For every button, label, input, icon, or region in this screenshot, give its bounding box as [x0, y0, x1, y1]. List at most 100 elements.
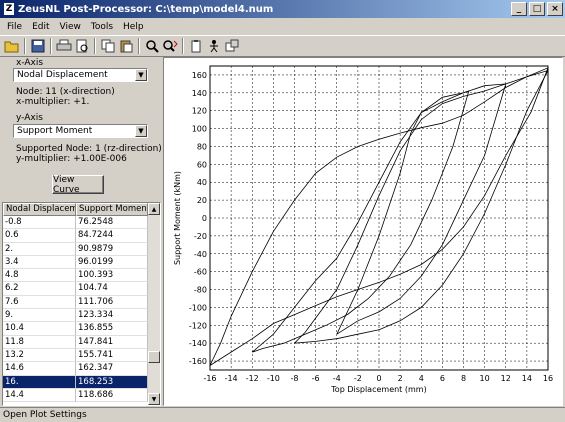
displacement-cell: 14.4	[3, 388, 76, 403]
x-tick-label: -12	[246, 374, 259, 383]
chevron-down-icon[interactable]: ▼	[135, 69, 147, 81]
moment-cell: 136.855	[76, 322, 148, 336]
x-tick-label: -16	[203, 374, 216, 383]
menu-view[interactable]: View	[55, 22, 86, 32]
y-tick-label: -100	[189, 303, 207, 312]
y-axis-label: y-Axis	[16, 113, 43, 123]
table-row[interactable]: 13.2 155.741	[3, 348, 160, 363]
paste-icon[interactable]	[117, 37, 135, 55]
moment-cell: 162.347	[76, 362, 148, 376]
x-axis-title: Top Displacement (mm)	[330, 385, 426, 394]
menu-help[interactable]: Help	[118, 22, 149, 32]
displacement-cell: 7.6	[3, 295, 76, 310]
plot-panel[interactable]: -16 -14 -12 -10 -8 -6 -4 -2 0 2 4 6 8 10 12 14 16 -160 -14…	[163, 57, 563, 406]
displacement-cell: -0.8	[3, 216, 76, 230]
table-row[interactable]: 3.4 96.0199	[3, 255, 160, 270]
y-tick-label: 0	[202, 214, 207, 223]
table-row[interactable]: 7.6 111.706	[3, 295, 160, 310]
menu-file[interactable]: File	[2, 22, 27, 32]
toolbar-separator	[24, 38, 26, 54]
minimize-button[interactable]: _	[511, 2, 527, 16]
displacement-cell: 0.6	[3, 229, 76, 243]
x-axis-node-info: Node: 11 (x-direction)	[16, 87, 115, 97]
table-row[interactable]: 10.4 136.855	[3, 322, 160, 336]
x-tick-label: 10	[480, 374, 490, 383]
y-tick-label: -120	[189, 321, 207, 330]
table-row[interactable]: 9. 123.334	[3, 309, 160, 323]
chevron-down-icon[interactable]: ▼	[135, 125, 147, 137]
save-icon[interactable]	[29, 37, 47, 55]
y-tick-label: -60	[194, 268, 207, 277]
toolbar-separator	[94, 38, 96, 54]
moment-cell: 76.2548	[76, 216, 148, 230]
x-tick-label: 8	[461, 374, 466, 383]
table-row[interactable]: 4.8 100.393	[3, 269, 160, 283]
x-tick-label: -14	[225, 374, 238, 383]
y-tick-label: 20	[197, 196, 207, 205]
displacement-cell: 14.6	[3, 362, 76, 376]
data-table: Nodal Displacement Support Moment -0.876…	[2, 202, 161, 406]
displacement-cell: 11.8	[3, 335, 76, 349]
moment-cell: 123.334	[76, 309, 148, 323]
table-row[interactable]: 14.4 118.686	[3, 388, 160, 403]
clipboard-icon[interactable]	[187, 37, 205, 55]
y-axis-node-info: Supported Node: 1 (rz-direction)	[16, 144, 162, 154]
axis-settings-panel: x-Axis Nodal Displacement ▼ Node: 11 (x-…	[0, 57, 162, 202]
print-preview-icon[interactable]	[73, 37, 91, 55]
maximize-button[interactable]: □	[529, 2, 545, 16]
x-tick-label: 12	[501, 374, 511, 383]
column-header[interactable]: Support Moment	[76, 203, 148, 216]
x-axis-label: x-Axis	[16, 58, 44, 68]
scroll-thumb[interactable]	[148, 351, 160, 363]
scroll-up-icon[interactable]: ▲	[148, 203, 160, 215]
table-header: Nodal Displacement Support Moment	[3, 203, 160, 216]
table-scrollbar[interactable]: ▲ ▼	[148, 203, 160, 405]
y-axis-selected-value: Support Moment	[17, 126, 93, 136]
column-header[interactable]: Nodal Displacement	[3, 203, 76, 216]
y-tick-label: 40	[197, 178, 207, 187]
moment-cell: 147.841	[76, 335, 148, 349]
menu-edit[interactable]: Edit	[27, 22, 54, 32]
moment-cell: 100.393	[76, 269, 148, 283]
displacement-cell: 2.	[3, 242, 76, 256]
toolbar-separator	[182, 38, 184, 54]
menu-bar: File Edit View Tools Help	[0, 18, 565, 35]
displacement-cell: 9.	[3, 309, 76, 323]
table-row[interactable]: 2. 90.9879	[3, 242, 160, 256]
x-tick-label: -4	[333, 374, 341, 383]
y-tick-label: -20	[194, 232, 207, 241]
y-tick-label: -40	[194, 250, 207, 259]
y-tick-label: 120	[192, 107, 207, 116]
hysteresis-chart: -16 -14 -12 -10 -8 -6 -4 -2 0 2 4 6 8 10 12 14 16-160-14…	[173, 65, 553, 394]
y-axis-select[interactable]: Support Moment ▼	[13, 124, 148, 138]
scroll-down-icon[interactable]: ▼	[148, 393, 160, 405]
print-icon[interactable]	[55, 37, 73, 55]
settings-icon[interactable]	[223, 37, 241, 55]
x-tick-label: 4	[419, 374, 424, 383]
hysteresis-curve	[336, 83, 507, 335]
table-row[interactable]: 14.6 162.347	[3, 362, 160, 376]
close-button[interactable]: ×	[547, 2, 563, 16]
table-row[interactable]: 16. 168.253	[3, 375, 160, 389]
y-tick-label: -140	[189, 339, 207, 348]
x-tick-label: -2	[354, 374, 362, 383]
table-row[interactable]: 6.2 104.74	[3, 282, 160, 296]
zoom-reset-icon[interactable]	[161, 37, 179, 55]
x-tick-label: 2	[398, 374, 403, 383]
table-row[interactable]: 11.8 147.841	[3, 335, 160, 349]
y-tick-label: 140	[192, 89, 207, 98]
app-icon: Z	[4, 3, 14, 15]
zoom-icon[interactable]	[143, 37, 161, 55]
x-axis-select[interactable]: Nodal Displacement ▼	[13, 68, 148, 82]
table-row[interactable]: 0.6 84.7244	[3, 229, 160, 243]
table-row[interactable]: -0.8 76.2548	[3, 216, 160, 230]
displacement-cell: 10.4	[3, 322, 76, 336]
y-axis-multiplier-info: y-multiplier: +1.00E-006	[16, 154, 127, 164]
copy-icon[interactable]	[99, 37, 117, 55]
menu-tools[interactable]: Tools	[86, 22, 118, 32]
open-folder-icon[interactable]	[3, 37, 21, 55]
x-tick-label: -10	[267, 374, 280, 383]
view-curve-button[interactable]: View Curve	[52, 175, 104, 195]
person-icon[interactable]	[205, 37, 223, 55]
moment-cell: 96.0199	[76, 255, 148, 270]
